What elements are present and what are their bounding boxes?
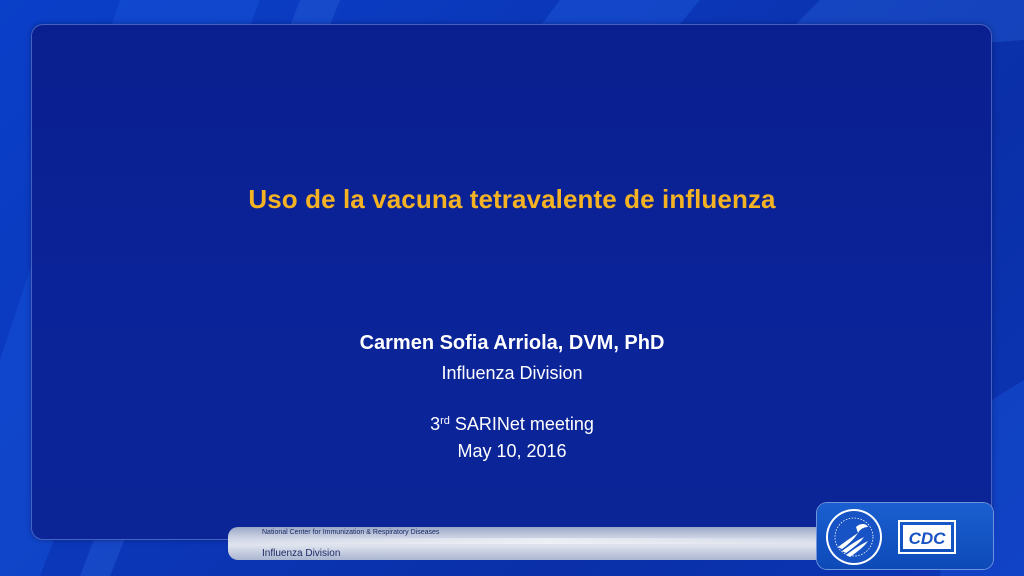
hhs-seal-icon	[826, 509, 882, 565]
footer-highlight	[228, 538, 868, 544]
meeting-ordinal-suffix: rd	[440, 415, 450, 427]
slide: Uso de la vacuna tetravalente de influen…	[0, 0, 1024, 576]
author-name: Carmen Sofia Arriola, DVM, PhD	[359, 332, 665, 354]
slide-title: Uso de la vacuna tetravalente de influen…	[248, 184, 776, 214]
footer-center-name: National Center for Immunization & Respi…	[262, 529, 440, 536]
footer-division-name: Influenza Division	[262, 548, 341, 559]
content-panel	[31, 24, 992, 540]
cdc-logo: CDC	[898, 520, 956, 554]
author-division: Influenza Division	[441, 363, 583, 383]
meeting-label: SARINet meeting	[449, 414, 594, 434]
cdc-logo-text: CDC	[909, 529, 947, 548]
meeting-ordinal-number: 3	[430, 414, 441, 434]
meeting-name: 3rd SARINet meeting	[0, 414, 1024, 435]
meeting-date: May 10, 2016	[457, 441, 567, 461]
